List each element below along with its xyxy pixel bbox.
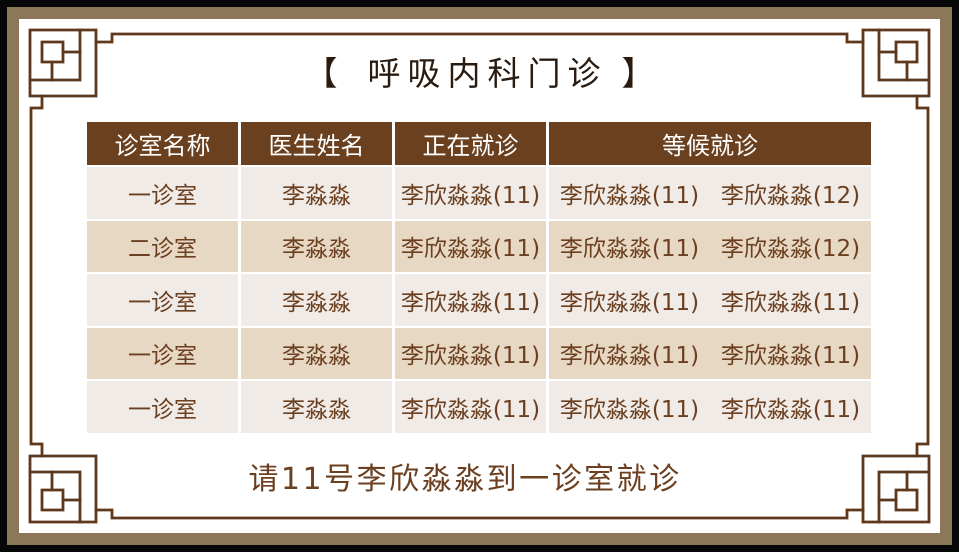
title-open-bracket: 【 (304, 54, 338, 93)
waiting-patients-cell: 李欣淼淼(11) 李欣淼淼(12) (549, 167, 871, 219)
room-name-cell: 一诊室 (87, 274, 238, 326)
column-header-room: 诊室名称 (87, 122, 238, 165)
title-close-bracket: 】 (621, 54, 655, 93)
waiting-patient: 李欣淼淼(11) (559, 182, 700, 209)
department-title: 【 呼吸内科门诊 】 (0, 52, 959, 96)
frame-border-left (29, 94, 44, 458)
table-row: 一诊室 李淼淼 李欣淼淼(11) 李欣淼淼(11) 李欣淼淼(11) (87, 381, 871, 433)
current-patient-cell: 李欣淼淼(11) (395, 327, 546, 379)
waiting-patients-cell: 李欣淼淼(11) 李欣淼淼(12) (549, 220, 871, 272)
frame-border-bottom (94, 508, 865, 520)
doctor-name-cell: 李淼淼 (241, 220, 392, 272)
waiting-patient: 李欣淼淼(12) (720, 236, 861, 263)
table-row: 一诊室 李淼淼 李欣淼淼(11) 李欣淼淼(11) 李欣淼淼(11) (87, 274, 871, 326)
current-patient-cell: 李欣淼淼(11) (395, 167, 546, 219)
frame-border-top (94, 32, 865, 44)
waiting-patient: 李欣淼淼(11) (559, 236, 700, 263)
waiting-patients-cell: 李欣淼淼(11) 李欣淼淼(11) (549, 327, 871, 379)
room-name-cell: 一诊室 (87, 327, 238, 379)
department-name: 呼吸内科门诊 (367, 54, 608, 93)
frame-border-right (915, 94, 930, 458)
column-header-doctor: 医生姓名 (241, 122, 392, 165)
doctor-name-cell: 李淼淼 (241, 327, 392, 379)
table-row: 二诊室 李淼淼 李欣淼淼(11) 李欣淼淼(11) 李欣淼淼(12) (87, 220, 871, 272)
waiting-patient: 李欣淼淼(12) (720, 182, 861, 209)
doctor-name-cell: 李淼淼 (241, 381, 392, 433)
table-row: 一诊室 李淼淼 李欣淼淼(11) 李欣淼淼(11) 李欣淼淼(11) (87, 327, 871, 379)
room-name-cell: 一诊室 (87, 381, 238, 433)
waiting-patient: 李欣淼淼(11) (720, 343, 861, 370)
current-patient-cell: 李欣淼淼(11) (395, 381, 546, 433)
waiting-patient: 李欣淼淼(11) (720, 396, 861, 423)
queue-table: 诊室名称 医生姓名 正在就诊 等候就诊 一诊室 李淼淼 李欣淼淼(11) 李欣淼… (87, 122, 871, 433)
waiting-patients-cell: 李欣淼淼(11) 李欣淼淼(11) (549, 274, 871, 326)
queue-display-screen: 【 呼吸内科门诊 】 诊室名称 医生姓名 正在就诊 等候就诊 一诊室 李淼淼 李… (0, 0, 959, 552)
room-name-cell: 二诊室 (87, 220, 238, 272)
column-header-waiting: 等候就诊 (549, 122, 871, 165)
waiting-patient: 李欣淼淼(11) (559, 289, 700, 316)
call-message: 请11号李欣淼淼到一诊室就诊 (248, 462, 682, 497)
column-header-current: 正在就诊 (395, 122, 546, 165)
room-name-cell: 一诊室 (87, 167, 238, 219)
current-patient-cell: 李欣淼淼(11) (395, 220, 546, 272)
waiting-patient: 李欣淼淼(11) (559, 396, 700, 423)
doctor-name-cell: 李淼淼 (241, 274, 392, 326)
doctor-name-cell: 李淼淼 (241, 167, 392, 219)
table-header-row: 诊室名称 医生姓名 正在就诊 等候就诊 (87, 122, 871, 165)
waiting-patient: 李欣淼淼(11) (720, 289, 861, 316)
table-row: 一诊室 李淼淼 李欣淼淼(11) 李欣淼淼(11) 李欣淼淼(12) (87, 167, 871, 219)
waiting-patients-cell: 李欣淼淼(11) 李欣淼淼(11) (549, 381, 871, 433)
waiting-patient: 李欣淼淼(11) (559, 343, 700, 370)
current-patient-cell: 李欣淼淼(11) (395, 274, 546, 326)
